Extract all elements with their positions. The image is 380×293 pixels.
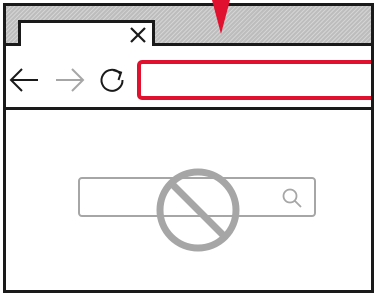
blocked-icon <box>153 165 243 255</box>
arrow-left-icon[interactable] <box>8 64 40 96</box>
search-icon[interactable] <box>280 186 304 210</box>
close-icon[interactable] <box>128 25 148 45</box>
url-input[interactable] <box>149 71 365 89</box>
tab-bar <box>6 6 371 46</box>
arrow-right-icon[interactable] <box>54 64 86 96</box>
browser-tab[interactable] <box>18 20 155 46</box>
pointer-marker-icon <box>211 0 231 34</box>
page-content <box>6 110 371 290</box>
reload-icon[interactable] <box>96 64 128 96</box>
address-bar[interactable] <box>137 60 371 100</box>
browser-toolbar <box>6 46 371 110</box>
browser-window <box>3 3 374 293</box>
